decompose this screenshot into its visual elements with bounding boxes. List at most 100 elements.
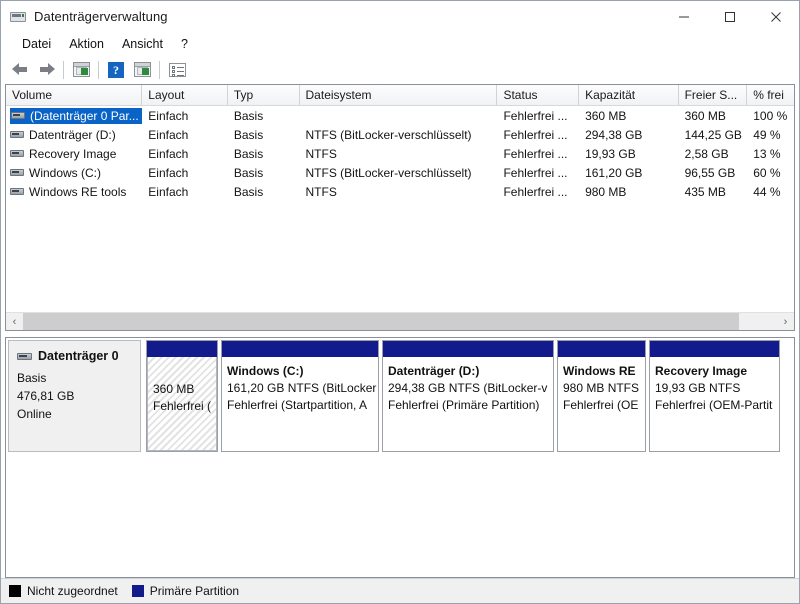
menu-datei[interactable]: Datei bbox=[13, 35, 60, 54]
volume-list-horizontal-scrollbar[interactable]: ‹ › bbox=[6, 312, 794, 330]
legend-bar: Nicht zugeordnet Primäre Partition bbox=[1, 578, 799, 603]
table-row[interactable]: Datenträger (D:) Einfach Basis NTFS (Bit… bbox=[6, 125, 794, 144]
partition-details: Recovery Image 19,93 GB NTFS Fehlerfrei … bbox=[650, 357, 779, 451]
scroll-thumb[interactable] bbox=[23, 313, 740, 330]
volume-name: Windows RE tools bbox=[29, 184, 127, 199]
volume-icon bbox=[10, 148, 24, 159]
cell-freier-speicher: 360 MB bbox=[684, 108, 726, 123]
cell-prozent-frei: 13 % bbox=[753, 146, 781, 161]
cell-status: Fehlerfrei ... bbox=[503, 127, 568, 142]
column-header-prozent-frei[interactable]: % frei bbox=[747, 85, 794, 105]
properties-button[interactable] bbox=[164, 58, 190, 82]
cell-volume: Windows (C:) bbox=[6, 166, 142, 180]
disk-info-panel[interactable]: Datenträger 0 Basis 476,81 GB Online bbox=[8, 340, 141, 452]
cell-layout: Einfach bbox=[148, 184, 189, 199]
table-row[interactable]: Windows RE tools Einfach Basis NTFS Fehl… bbox=[6, 182, 794, 201]
partition-title: Recovery Image bbox=[655, 364, 748, 378]
cell-dateisystem: NTFS (BitLocker-verschlüsselt) bbox=[305, 127, 472, 142]
menu-aktion[interactable]: Aktion bbox=[60, 35, 113, 54]
disk-icon bbox=[17, 351, 32, 362]
cell-freier-speicher: 435 MB bbox=[684, 184, 726, 199]
table-row[interactable]: Recovery Image Einfach Basis NTFS Fehler… bbox=[6, 144, 794, 163]
column-header-kapazitaet[interactable]: Kapazität bbox=[579, 85, 679, 105]
scroll-left-icon[interactable]: ‹ bbox=[6, 313, 23, 330]
cell-status: Fehlerfrei ... bbox=[503, 165, 568, 180]
partition-block-windows-c[interactable]: Windows (C:) 161,20 GB NTFS (BitLocker F… bbox=[221, 340, 379, 452]
partition-title: Datenträger (D:) bbox=[388, 364, 480, 378]
show-hide-console-tree-button[interactable] bbox=[68, 58, 94, 82]
cell-volume: Datenträger (D:) bbox=[6, 128, 142, 142]
column-header-dateisystem[interactable]: Dateisystem bbox=[300, 85, 498, 105]
show-hide-action-pane-button[interactable] bbox=[129, 58, 155, 82]
partition-size-fs: 294,38 GB NTFS (BitLocker-v bbox=[388, 381, 548, 395]
volume-list-body: (Datenträger 0 Par... Einfach Basis Fehl… bbox=[6, 106, 794, 312]
volume-icon bbox=[10, 129, 24, 140]
disk-management-icon bbox=[10, 9, 26, 25]
column-header-typ[interactable]: Typ bbox=[228, 85, 300, 105]
partition-size-fs: 161,20 GB NTFS (BitLocker bbox=[227, 381, 377, 395]
column-header-volume[interactable]: Volume bbox=[6, 85, 143, 105]
table-row[interactable]: Windows (C:) Einfach Basis NTFS (BitLock… bbox=[6, 163, 794, 182]
minimize-button[interactable] bbox=[661, 1, 707, 32]
column-header-layout[interactable]: Layout bbox=[142, 85, 228, 105]
partition-block-recovery-image[interactable]: Recovery Image 19,93 GB NTFS Fehlerfrei … bbox=[649, 340, 780, 452]
cell-dateisystem: NTFS (BitLocker-verschlüsselt) bbox=[305, 165, 472, 180]
help-button[interactable]: ? bbox=[103, 58, 129, 82]
cell-status: Fehlerfrei ... bbox=[503, 146, 568, 161]
maximize-button[interactable] bbox=[707, 1, 753, 32]
close-icon bbox=[771, 11, 781, 22]
disk-info-header: Datenträger 0 bbox=[17, 349, 134, 363]
menu-hilfe[interactable]: ? bbox=[172, 35, 197, 54]
cell-volume: Windows RE tools bbox=[6, 185, 142, 199]
partition-block-unallocated[interactable]: 360 MB Fehlerfrei ( bbox=[146, 340, 218, 452]
cell-typ: Basis bbox=[233, 108, 264, 123]
partition-size-fs: 980 MB NTFS bbox=[563, 381, 640, 395]
cell-dateisystem: NTFS bbox=[305, 184, 337, 199]
back-button[interactable] bbox=[7, 58, 33, 82]
properties-icon bbox=[168, 62, 186, 77]
partition-details: Windows RE 980 MB NTFS Fehlerfrei (OE bbox=[558, 357, 645, 451]
partition-block-datentraeger-d[interactable]: Datenträger (D:) 294,38 GB NTFS (BitLock… bbox=[382, 340, 554, 452]
forward-button[interactable] bbox=[33, 58, 59, 82]
cell-typ: Basis bbox=[233, 127, 264, 142]
scroll-right-icon[interactable]: › bbox=[777, 313, 794, 330]
partition-block-windows-re[interactable]: Windows RE 980 MB NTFS Fehlerfrei (OE bbox=[557, 340, 646, 452]
partition-status: Fehlerfrei (Primäre Partition) bbox=[388, 398, 540, 412]
disk-name: Datenträger 0 bbox=[38, 349, 119, 363]
close-button[interactable] bbox=[753, 1, 799, 32]
volume-name: (Datenträger 0 Par... bbox=[30, 108, 139, 123]
menu-ansicht[interactable]: Ansicht bbox=[113, 35, 172, 54]
column-header-status[interactable]: Status bbox=[497, 85, 580, 105]
cell-layout: Einfach bbox=[148, 108, 189, 123]
disk-graphical-view: Datenträger 0 Basis 476,81 GB Online 360… bbox=[5, 337, 795, 578]
cell-layout: Einfach bbox=[148, 146, 189, 161]
partition-color-bar bbox=[147, 341, 217, 357]
legend-swatch-unallocated bbox=[9, 585, 21, 597]
minimize-icon bbox=[679, 16, 689, 17]
partition-title: Windows RE bbox=[563, 364, 636, 378]
volume-list-header: Volume Layout Typ Dateisystem Status Kap… bbox=[6, 85, 794, 106]
cell-volume: Recovery Image bbox=[6, 147, 142, 161]
cell-kapazitaet: 360 MB bbox=[585, 108, 627, 123]
partition-status: Fehlerfrei (OE bbox=[563, 398, 639, 412]
cell-freier-speicher: 144,25 GB bbox=[684, 127, 742, 142]
volume-icon bbox=[10, 186, 24, 197]
cell-freier-speicher: 96,55 GB bbox=[684, 165, 736, 180]
column-header-freier-speicher[interactable]: Freier S... bbox=[679, 85, 748, 105]
cell-freier-speicher: 2,58 GB bbox=[684, 146, 729, 161]
volume-name: Datenträger (D:) bbox=[29, 127, 116, 142]
maximize-icon bbox=[725, 11, 735, 22]
volume-name: Recovery Image bbox=[29, 146, 117, 161]
scroll-track[interactable] bbox=[23, 313, 777, 330]
partition-status: Fehlerfrei ( bbox=[153, 399, 212, 413]
table-row[interactable]: (Datenträger 0 Par... Einfach Basis Fehl… bbox=[6, 106, 794, 125]
partition-details: 360 MB Fehlerfrei ( bbox=[147, 357, 217, 451]
partition-size-fs: 360 MB bbox=[153, 382, 195, 396]
legend-label-unallocated: Nicht zugeordnet bbox=[27, 584, 118, 598]
window-title: Datenträgerverwaltung bbox=[34, 9, 168, 24]
disk-state: Online bbox=[17, 407, 52, 421]
back-arrow-icon bbox=[11, 63, 29, 76]
disk-type: Basis bbox=[17, 371, 47, 385]
partition-color-bar bbox=[383, 341, 553, 357]
cell-status: Fehlerfrei ... bbox=[503, 108, 568, 123]
